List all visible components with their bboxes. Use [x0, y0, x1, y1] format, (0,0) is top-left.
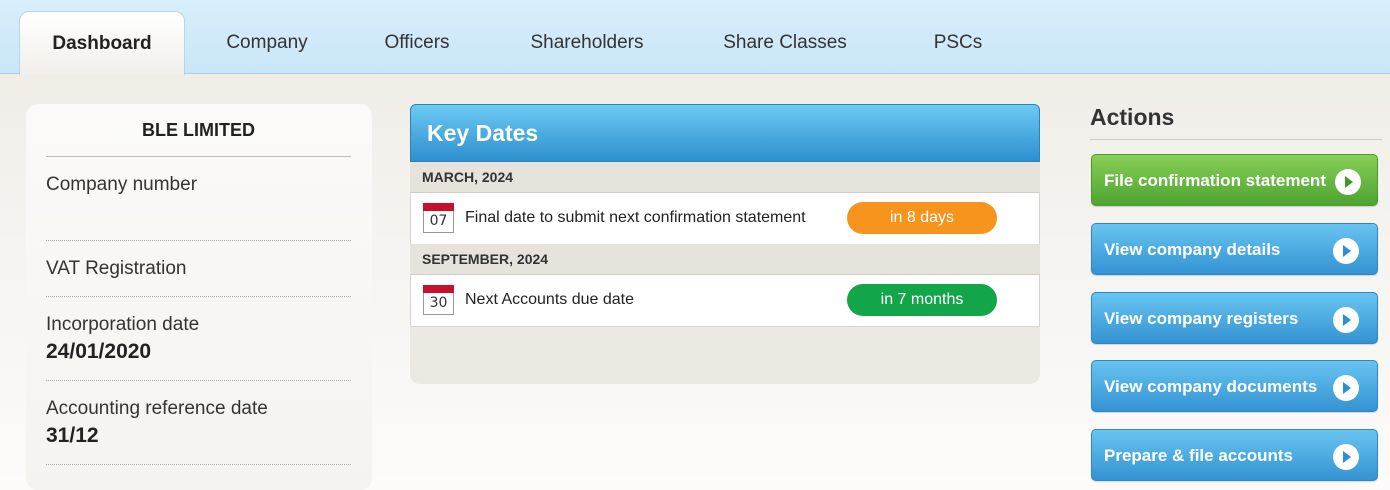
top-tab-bar: Dashboard Company Officers Shareholders …	[0, 0, 1390, 75]
tab-share-classes[interactable]: Share Classes	[700, 11, 870, 75]
incorporation-date-label: Incorporation date	[46, 314, 200, 335]
divider	[46, 380, 351, 381]
tab-company[interactable]: Company	[198, 11, 336, 75]
calendar-icon: 30	[423, 285, 454, 315]
play-circle-icon	[1333, 444, 1359, 470]
key-dates-header: Key Dates	[410, 104, 1040, 162]
vat-registration-label: VAT Registration	[46, 258, 187, 279]
button-label: View company details	[1104, 240, 1281, 259]
tab-shareholders[interactable]: Shareholders	[505, 11, 669, 75]
play-circle-icon	[1333, 375, 1359, 401]
divider	[1090, 139, 1382, 140]
calendar-icon: 07	[423, 203, 454, 233]
company-summary-card: BLE LIMITED Company number VAT Registrat…	[26, 104, 372, 490]
accounting-reference-date-value: 31/12	[46, 424, 99, 447]
key-date-row[interactable]: 30 Next Accounts due date in 7 months	[410, 275, 1040, 327]
key-date-description: Next Accounts due date	[465, 291, 634, 308]
key-dates-title: Key Dates	[427, 120, 539, 146]
play-circle-icon	[1335, 169, 1361, 195]
key-date-description: Final date to submit next confirmation s…	[465, 209, 806, 226]
view-company-registers-button[interactable]: View company registers	[1091, 292, 1378, 344]
button-label: View company documents	[1104, 377, 1318, 396]
tab-pscs[interactable]: PSCs	[903, 11, 1013, 75]
file-confirmation-statement-button[interactable]: File confirmation statement	[1091, 154, 1378, 206]
divider	[46, 156, 351, 157]
tab-officers[interactable]: Officers	[352, 11, 482, 75]
tab-dashboard[interactable]: Dashboard	[19, 11, 185, 75]
divider	[46, 464, 351, 465]
button-label: View company registers	[1104, 309, 1299, 328]
month-heading: SEPTEMBER, 2024	[410, 244, 1040, 275]
view-company-details-button[interactable]: View company details	[1091, 223, 1378, 275]
due-badge: in 7 months	[847, 284, 997, 316]
play-circle-icon	[1333, 238, 1359, 264]
key-dates-panel: Key Dates MARCH, 2024 07 Final date to s…	[410, 104, 1040, 384]
calendar-day: 30	[429, 295, 448, 311]
company-name: BLE LIMITED	[142, 120, 255, 140]
calendar-day: 07	[429, 213, 448, 229]
company-number-label: Company number	[46, 174, 198, 195]
actions-heading: Actions	[1090, 104, 1175, 130]
due-badge: in 8 days	[847, 202, 997, 234]
incorporation-date-value: 24/01/2020	[46, 340, 152, 363]
button-label: File confirmation statement	[1104, 171, 1326, 190]
month-heading: MARCH, 2024	[410, 162, 1040, 193]
accounting-reference-date-label: Accounting reference date	[46, 398, 268, 419]
button-label: Prepare & file accounts	[1104, 446, 1293, 465]
view-company-documents-button[interactable]: View company documents	[1091, 360, 1378, 412]
prepare-file-accounts-button[interactable]: Prepare & file accounts	[1091, 429, 1378, 481]
key-date-row[interactable]: 07 Final date to submit next confirmatio…	[410, 193, 1040, 245]
play-circle-icon	[1333, 307, 1359, 333]
divider	[46, 240, 351, 241]
divider	[46, 296, 351, 297]
